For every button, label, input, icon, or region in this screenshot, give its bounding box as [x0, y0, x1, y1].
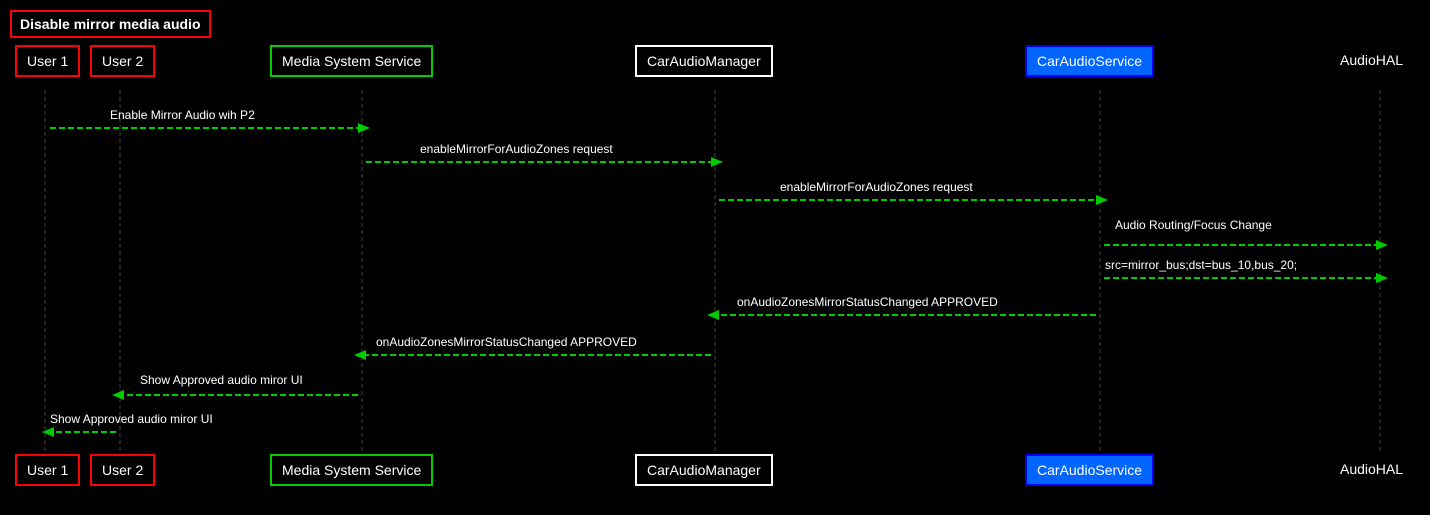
actor-mss-bottom: Media System Service [270, 454, 433, 486]
actor-ahl-top: AudioHAL [1340, 52, 1403, 68]
msg-2-label: enableMirrorForAudioZones request [420, 142, 613, 156]
msg-5-label: src=mirror_bus;dst=bus_10,bus_20; [1105, 258, 1297, 272]
actor-cam-bottom: CarAudioManager [635, 454, 773, 486]
actor-cas-bottom: CarAudioService [1025, 454, 1154, 486]
actor-user1-top: User 1 [15, 45, 80, 77]
actor-ahl-bottom: AudioHAL [1340, 461, 1403, 477]
actor-user2-top-label: User 2 [102, 53, 143, 69]
actor-user1-top-label: User 1 [27, 53, 68, 69]
actor-ahl-bottom-label: AudioHAL [1340, 461, 1403, 477]
msg-1-label: Enable Mirror Audio wih P2 [110, 108, 255, 122]
msg-4-label: Audio Routing/Focus Change [1115, 218, 1272, 232]
actor-ahl-top-label: AudioHAL [1340, 52, 1403, 68]
actor-user2-bottom: User 2 [90, 454, 155, 486]
actor-user1-bottom-label: User 1 [27, 462, 68, 478]
msg-3-label: enableMirrorForAudioZones request [780, 180, 973, 194]
diagram: Disable mirror media audio [0, 0, 1430, 515]
actor-cam-top: CarAudioManager [635, 45, 773, 77]
title-box: Disable mirror media audio [10, 10, 211, 38]
actor-user1-bottom: User 1 [15, 454, 80, 486]
title-text: Disable mirror media audio [20, 16, 201, 32]
msg-6-label: onAudioZonesMirrorStatusChanged APPROVED [737, 295, 998, 309]
actor-mss-top-label: Media System Service [282, 53, 421, 69]
actor-user2-bottom-label: User 2 [102, 462, 143, 478]
actor-cas-top-label: CarAudioService [1037, 53, 1142, 69]
msg-8-label: Show Approved audio miror UI [140, 373, 303, 387]
actor-user2-top: User 2 [90, 45, 155, 77]
actor-cas-bottom-label: CarAudioService [1037, 462, 1142, 478]
actor-mss-bottom-label: Media System Service [282, 462, 421, 478]
actor-mss-top: Media System Service [270, 45, 433, 77]
actor-cam-bottom-label: CarAudioManager [647, 462, 761, 478]
actor-cam-top-label: CarAudioManager [647, 53, 761, 69]
actor-cas-top: CarAudioService [1025, 45, 1154, 77]
msg-9-label: Show Approved audio miror UI [50, 412, 213, 426]
msg-7-label: onAudioZonesMirrorStatusChanged APPROVED [376, 335, 637, 349]
